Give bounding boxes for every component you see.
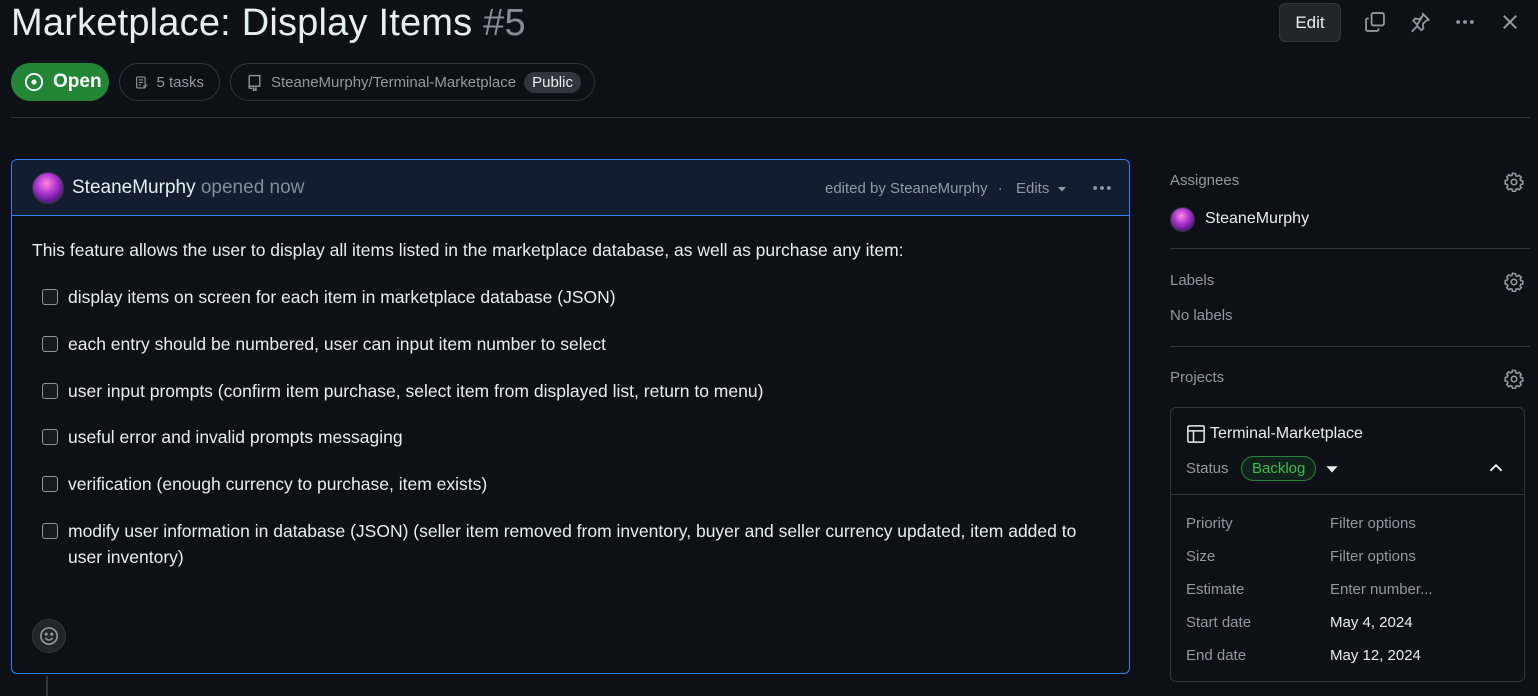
edits-dropdown[interactable]: Edits [1016,180,1067,197]
issue-comment: SteaneMurphy opened now edited by Steane… [11,159,1130,674]
field-end-date-label: End date [1186,647,1247,664]
labels-heading: Labels [1170,272,1215,289]
chevron-down-icon [1058,186,1067,191]
task-text: verification (enough currency to purchas… [68,474,488,494]
sidebar-divider [1170,346,1530,347]
sidebar-divider [1170,248,1530,249]
status-badge[interactable]: Backlog [1241,456,1317,481]
opened-timestamp: opened now [200,177,305,198]
task-text: display items on screen for each item in… [68,287,616,307]
task-checkbox[interactable] [42,429,58,445]
assignee-name[interactable]: SteaneMurphy [1205,210,1309,228]
timeline-line [46,676,48,696]
assignee-avatar[interactable] [1170,207,1195,232]
labels-gear-icon[interactable] [1503,271,1525,293]
more-options-icon[interactable] [1453,10,1477,34]
comment-header: SteaneMurphy opened now edited by Steane… [12,160,1129,216]
edits-label: Edits [1016,180,1050,197]
edited-by-text: edited by SteaneMurphy [825,180,988,197]
close-icon[interactable] [1498,10,1522,34]
issue-open-icon [24,72,44,92]
task-item: each entry should be numbered, user can … [42,331,1102,357]
table-icon [1186,424,1206,444]
task-text: user input prompts (confirm item purchas… [68,381,764,401]
no-labels-text: No labels [1170,307,1233,324]
task-item: verification (enough currency to purchas… [42,471,1102,497]
status-dropdown-icon[interactable] [1325,462,1339,476]
task-checkbox[interactable] [42,383,58,399]
tasks-pill[interactable]: 5 tasks [119,63,220,101]
task-item: display items on screen for each item in… [42,284,1102,310]
task-checkbox[interactable] [42,476,58,492]
task-item: user input prompts (confirm item purchas… [42,378,1102,404]
pin-icon[interactable] [1408,10,1432,34]
tasks-count: 5 tasks [156,73,204,91]
assignees-heading: Assignees [1170,172,1240,189]
project-divider [1171,494,1524,495]
field-estimate-label: Estimate [1186,581,1245,598]
task-text: each entry should be numbered, user can … [68,334,606,354]
comment-author-line: SteaneMurphy opened now [72,177,304,199]
projects-heading: Projects [1170,369,1225,386]
issue-state-badge: Open [11,63,109,101]
field-priority-value[interactable]: Filter options [1330,515,1416,532]
projects-gear-icon[interactable] [1503,368,1525,390]
edited-by-line: edited by SteaneMurphy · [825,180,1003,197]
task-text: modify user information in database (JSO… [68,521,1077,567]
project-name-link[interactable]: Terminal-Marketplace [1210,425,1363,443]
field-estimate-input[interactable]: Enter number... [1330,581,1433,598]
issue-title: Marketplace: Display Items #5 [11,2,526,45]
task-item: useful error and invalid prompts messagi… [42,424,1102,450]
comment-more-icon[interactable] [1090,176,1114,200]
comment-intro: This feature allows the user to display … [32,240,904,260]
field-priority-label: Priority [1186,515,1233,532]
assignees-gear-icon[interactable] [1503,171,1525,193]
field-start-date-label: Start date [1186,614,1252,631]
visibility-badge: Public [524,71,581,93]
field-end-date-value[interactable]: May 12, 2024 [1330,647,1421,664]
issue-state-label: Open [53,71,102,92]
issue-number: #5 [483,2,526,44]
task-checkbox[interactable] [42,336,58,352]
author-link[interactable]: SteaneMurphy [72,177,196,198]
edit-button[interactable]: Edit [1279,3,1341,42]
chevron-up-icon[interactable] [1487,459,1507,479]
separator-dot: · [997,180,1003,197]
repo-pill[interactable]: SteaneMurphy/Terminal-Marketplace Public [230,63,595,101]
task-checkbox[interactable] [42,523,58,539]
task-text: useful error and invalid prompts messagi… [68,427,403,447]
smiley-icon [40,627,58,645]
field-start-date-value[interactable]: May 4, 2024 [1330,614,1413,631]
header-divider [11,117,1530,118]
issue-title-text: Marketplace: Display Items [11,2,473,44]
task-checkbox[interactable] [42,289,58,305]
task-item: modify user information in database (JSO… [42,518,1102,570]
repo-icon [248,74,261,91]
field-size-value[interactable]: Filter options [1330,548,1416,565]
field-size-label: Size [1186,548,1216,565]
status-label: Status [1186,460,1229,477]
add-reaction-button[interactable] [32,619,66,653]
tasklist-icon [136,75,148,89]
repo-name: SteaneMurphy/Terminal-Marketplace [271,73,517,91]
project-card [1170,407,1525,682]
author-avatar[interactable] [32,172,64,204]
copy-icon[interactable] [1363,10,1387,34]
